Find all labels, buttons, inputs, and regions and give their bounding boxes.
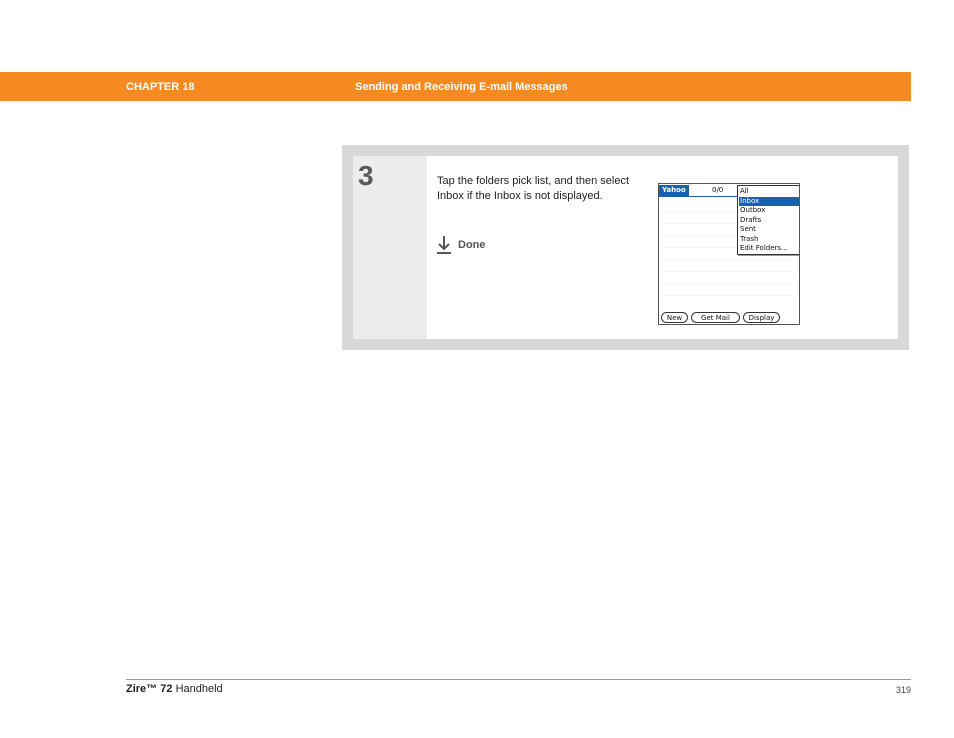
chapter-label: CHAPTER 18 [126,81,195,93]
footer-rule [126,679,911,680]
step-number: 3 [358,160,374,191]
account-title: Yahoo [659,185,689,196]
display-button[interactable]: Display [743,312,780,323]
footer-product-name: Zire™ 72 Handheld [126,683,223,695]
message-count: 0/0 [712,186,724,194]
done-label: Done [458,239,486,251]
product-name: Zire™ [126,683,158,695]
chapter-title: Sending and Receiving E-mail Messages [355,81,568,93]
down-arrow-done-icon [437,236,451,254]
folder-item-drafts[interactable]: Drafts [739,216,799,226]
new-button[interactable]: New [661,312,688,323]
title-underline [659,196,738,197]
get-mail-button[interactable]: Get Mail [691,312,740,323]
folder-item-inbox[interactable]: Inbox [739,196,799,206]
page-number: 319 [895,685,911,695]
step-instruction: Tap the folders pick list, and then sele… [437,175,629,202]
folder-item-edit-folders[interactable]: Edit Folders... [739,244,799,254]
product-model: 72 [160,683,173,695]
folder-pick-list[interactable]: All Inbox Outbox Drafts Sent Trash Edit … [737,185,799,255]
product-suffix: Handheld [175,683,223,695]
folder-item-outbox[interactable]: Outbox [739,206,799,216]
folder-item-trash[interactable]: Trash [739,235,799,245]
folder-item-sent[interactable]: Sent [739,225,799,235]
handheld-screenshot: Yahoo 0/0 All Inbox Outbox Drafts Sent T… [658,183,800,325]
